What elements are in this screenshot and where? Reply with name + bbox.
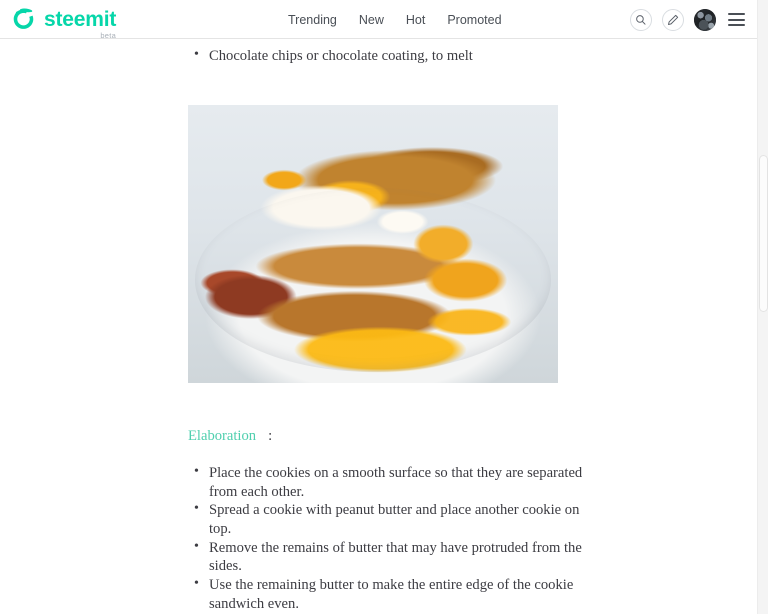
hamburger-bar-1 bbox=[728, 13, 745, 15]
post-image[interactable] bbox=[188, 105, 558, 383]
steemit-logo-link[interactable]: steemit beta bbox=[11, 7, 117, 39]
pencil-icon bbox=[668, 14, 679, 25]
hamburger-bar-2 bbox=[728, 18, 745, 21]
brand-name: steemit bbox=[44, 7, 117, 31]
section-heading-colon: : bbox=[268, 428, 273, 444]
nav-item-hot[interactable]: Hot bbox=[406, 13, 425, 27]
scrollbar-thumb[interactable] bbox=[759, 155, 768, 312]
list-item: Chocolate chips or chocolate coating, to… bbox=[188, 46, 608, 66]
list-item: Place the cookies on a smooth surface so… bbox=[188, 463, 583, 501]
search-button[interactable] bbox=[630, 8, 652, 31]
create-post-button[interactable] bbox=[662, 8, 684, 31]
section-heading-text: Elaboration bbox=[188, 428, 257, 444]
primary-nav: Trending New Hot Promoted bbox=[288, 0, 502, 39]
section-heading: Elaboration: bbox=[188, 428, 272, 445]
hamburger-menu-icon[interactable] bbox=[728, 13, 745, 26]
list-item: Use the remaining butter to make the ent… bbox=[188, 575, 583, 613]
list-item: Remove the remains of butter that may ha… bbox=[188, 538, 583, 576]
site-header: steemit beta Trending New Hot Promoted bbox=[0, 0, 757, 39]
browser-viewport: steemit beta Trending New Hot Promoted •… bbox=[0, 0, 757, 614]
nav-item-new[interactable]: New bbox=[359, 13, 384, 27]
nav-item-trending[interactable]: Trending bbox=[288, 13, 337, 27]
post-image-photo bbox=[188, 105, 558, 383]
search-icon bbox=[636, 14, 646, 25]
hamburger-bar-3 bbox=[728, 24, 745, 26]
steps-list: Place the cookies on a smooth surface so… bbox=[188, 463, 583, 614]
vertical-scrollbar[interactable] bbox=[757, 0, 768, 614]
ingredient-list: Chocolate chips or chocolate coating, to… bbox=[188, 46, 608, 66]
avatar[interactable] bbox=[694, 8, 716, 31]
steemit-logo-icon bbox=[11, 7, 36, 32]
nav-item-promoted[interactable]: Promoted bbox=[447, 13, 501, 27]
post-content: Chocolate chips or chocolate coating, to… bbox=[0, 39, 757, 614]
list-item: Spread a cookie with peanut butter and p… bbox=[188, 500, 583, 538]
header-actions bbox=[630, 0, 745, 39]
avatar-image bbox=[694, 8, 716, 31]
